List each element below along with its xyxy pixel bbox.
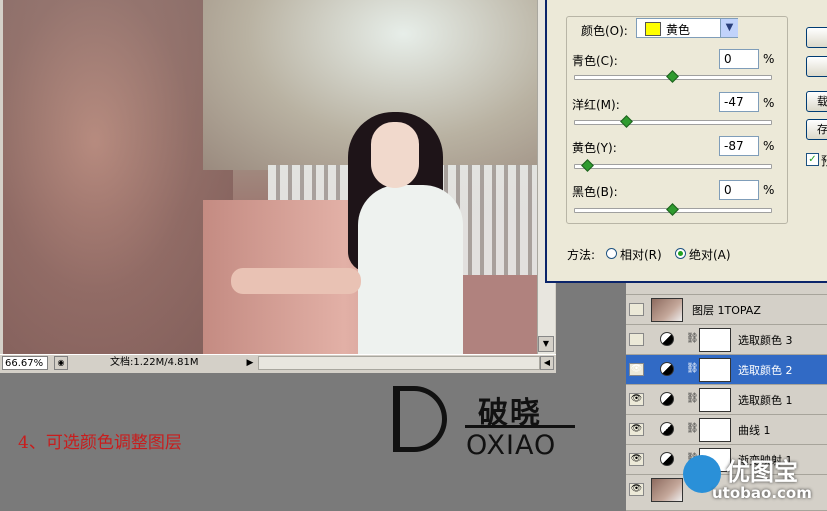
adjustment-layer-icon	[660, 362, 674, 376]
method-label: 方法:	[567, 248, 596, 262]
cyan-value-input[interactable]: 0	[719, 49, 759, 69]
yellow-value-input[interactable]: -87	[719, 136, 759, 156]
watermark-chinese: 优图宝	[726, 458, 798, 486]
link-icon[interactable]: ⛓	[686, 333, 699, 344]
preview-checkbox[interactable]: ✓	[806, 153, 819, 166]
eye-icon[interactable]: 👁	[629, 423, 644, 436]
visibility-toggle-icon[interactable]	[629, 303, 644, 316]
logo-d-shape	[393, 386, 447, 452]
layer-name: 图层 1TOPAZ	[692, 304, 761, 317]
layer-row[interactable]: ⛓ 选取颜色 3	[626, 325, 827, 355]
adjustment-layer-icon	[660, 452, 674, 466]
black-value-input[interactable]: 0	[719, 180, 759, 200]
adjustment-layer-icon	[660, 392, 674, 406]
logo-english: OXIAO	[466, 430, 557, 461]
eye-icon[interactable]: 👁	[629, 453, 644, 466]
layer-mask-thumbnail	[699, 388, 731, 412]
status-arrow-icon[interactable]: ▶	[244, 356, 256, 370]
magenta-value-input[interactable]: -47	[719, 92, 759, 112]
ok-button[interactable]	[806, 27, 827, 48]
cyan-unit: %	[763, 52, 775, 66]
foliage-left	[3, 0, 233, 354]
layer-row[interactable]: 👁 ⛓ 曲线 1	[626, 415, 827, 445]
layer-name: 选取颜色 2	[738, 364, 793, 377]
layer-mask-thumbnail	[699, 418, 731, 442]
document-size: 文档:1.22M/4.81M	[110, 357, 199, 368]
color-select-value: 黄色	[666, 23, 691, 37]
absolute-radio-label: 绝对(A)	[689, 248, 731, 262]
adjustment-layer-icon	[660, 332, 674, 346]
layer-thumbnail	[651, 478, 683, 502]
watermark-url: utobao.com	[712, 484, 812, 502]
eye-icon[interactable]: 👁	[629, 393, 644, 406]
layer-row[interactable]: 👁 ⛓ 选取颜色 1	[626, 385, 827, 415]
girl-arms	[231, 268, 361, 294]
layer-row-selected[interactable]: 👁 ⛓ 选取颜色 2	[626, 355, 827, 385]
slider-label-yellow: 黄色(Y):	[572, 141, 617, 155]
photo-canvas[interactable]	[3, 0, 537, 354]
status-menu-icon[interactable]: ◉	[54, 356, 68, 370]
logo-divider	[465, 425, 575, 428]
black-unit: %	[763, 183, 775, 197]
magenta-unit: %	[763, 96, 775, 110]
slider-label-cyan: 青色(C):	[572, 54, 618, 68]
link-icon[interactable]: ⛓	[686, 423, 699, 434]
layer-mask-thumbnail	[699, 358, 731, 382]
layer-thumbnail	[651, 298, 683, 322]
magenta-slider-track[interactable]	[574, 120, 772, 125]
girl-shirt	[358, 185, 463, 354]
save-button[interactable]: 存	[806, 119, 827, 140]
step-caption: 4、可选颜色调整图层	[18, 433, 182, 453]
link-icon[interactable]: ⛓	[686, 363, 699, 374]
chevron-down-icon[interactable]: ▼	[720, 19, 738, 37]
absolute-radio[interactable]	[675, 248, 686, 259]
slider-label-magenta: 洋红(M):	[572, 98, 620, 112]
scroll-left-icon[interactable]: ◀	[540, 356, 554, 370]
color-swatch	[645, 22, 661, 36]
layer-name: 选取颜色 1	[738, 394, 793, 407]
layer-mask-thumbnail	[699, 328, 731, 352]
colors-label: 颜色(O):	[579, 22, 630, 39]
eye-icon[interactable]: 👁	[629, 483, 644, 496]
relative-radio[interactable]	[606, 248, 617, 259]
preview-label: 预	[821, 152, 827, 169]
load-button[interactable]: 载	[806, 91, 827, 112]
layer-name: 曲线 1	[738, 424, 771, 437]
yellow-unit: %	[763, 139, 775, 153]
scroll-down-icon[interactable]: ▼	[538, 336, 554, 352]
adjustment-layer-icon	[660, 422, 674, 436]
layer-row[interactable]: 图层 1TOPAZ	[626, 295, 827, 325]
slider-label-black: 黑色(B):	[572, 185, 618, 199]
link-icon[interactable]: ⛓	[686, 393, 699, 404]
relative-radio-label: 相对(R)	[620, 248, 662, 262]
horizontal-scrollbar[interactable]	[258, 356, 540, 370]
eye-icon[interactable]: 👁	[629, 363, 644, 376]
cancel-button[interactable]	[806, 56, 827, 77]
zoom-level-field[interactable]: 66.67%	[2, 356, 48, 370]
layer-row-partial[interactable]	[626, 283, 827, 295]
visibility-toggle-icon[interactable]	[629, 333, 644, 346]
girl-face	[371, 122, 419, 188]
layer-name: 选取颜色 3	[738, 334, 793, 347]
yellow-slider-track[interactable]	[574, 164, 772, 169]
